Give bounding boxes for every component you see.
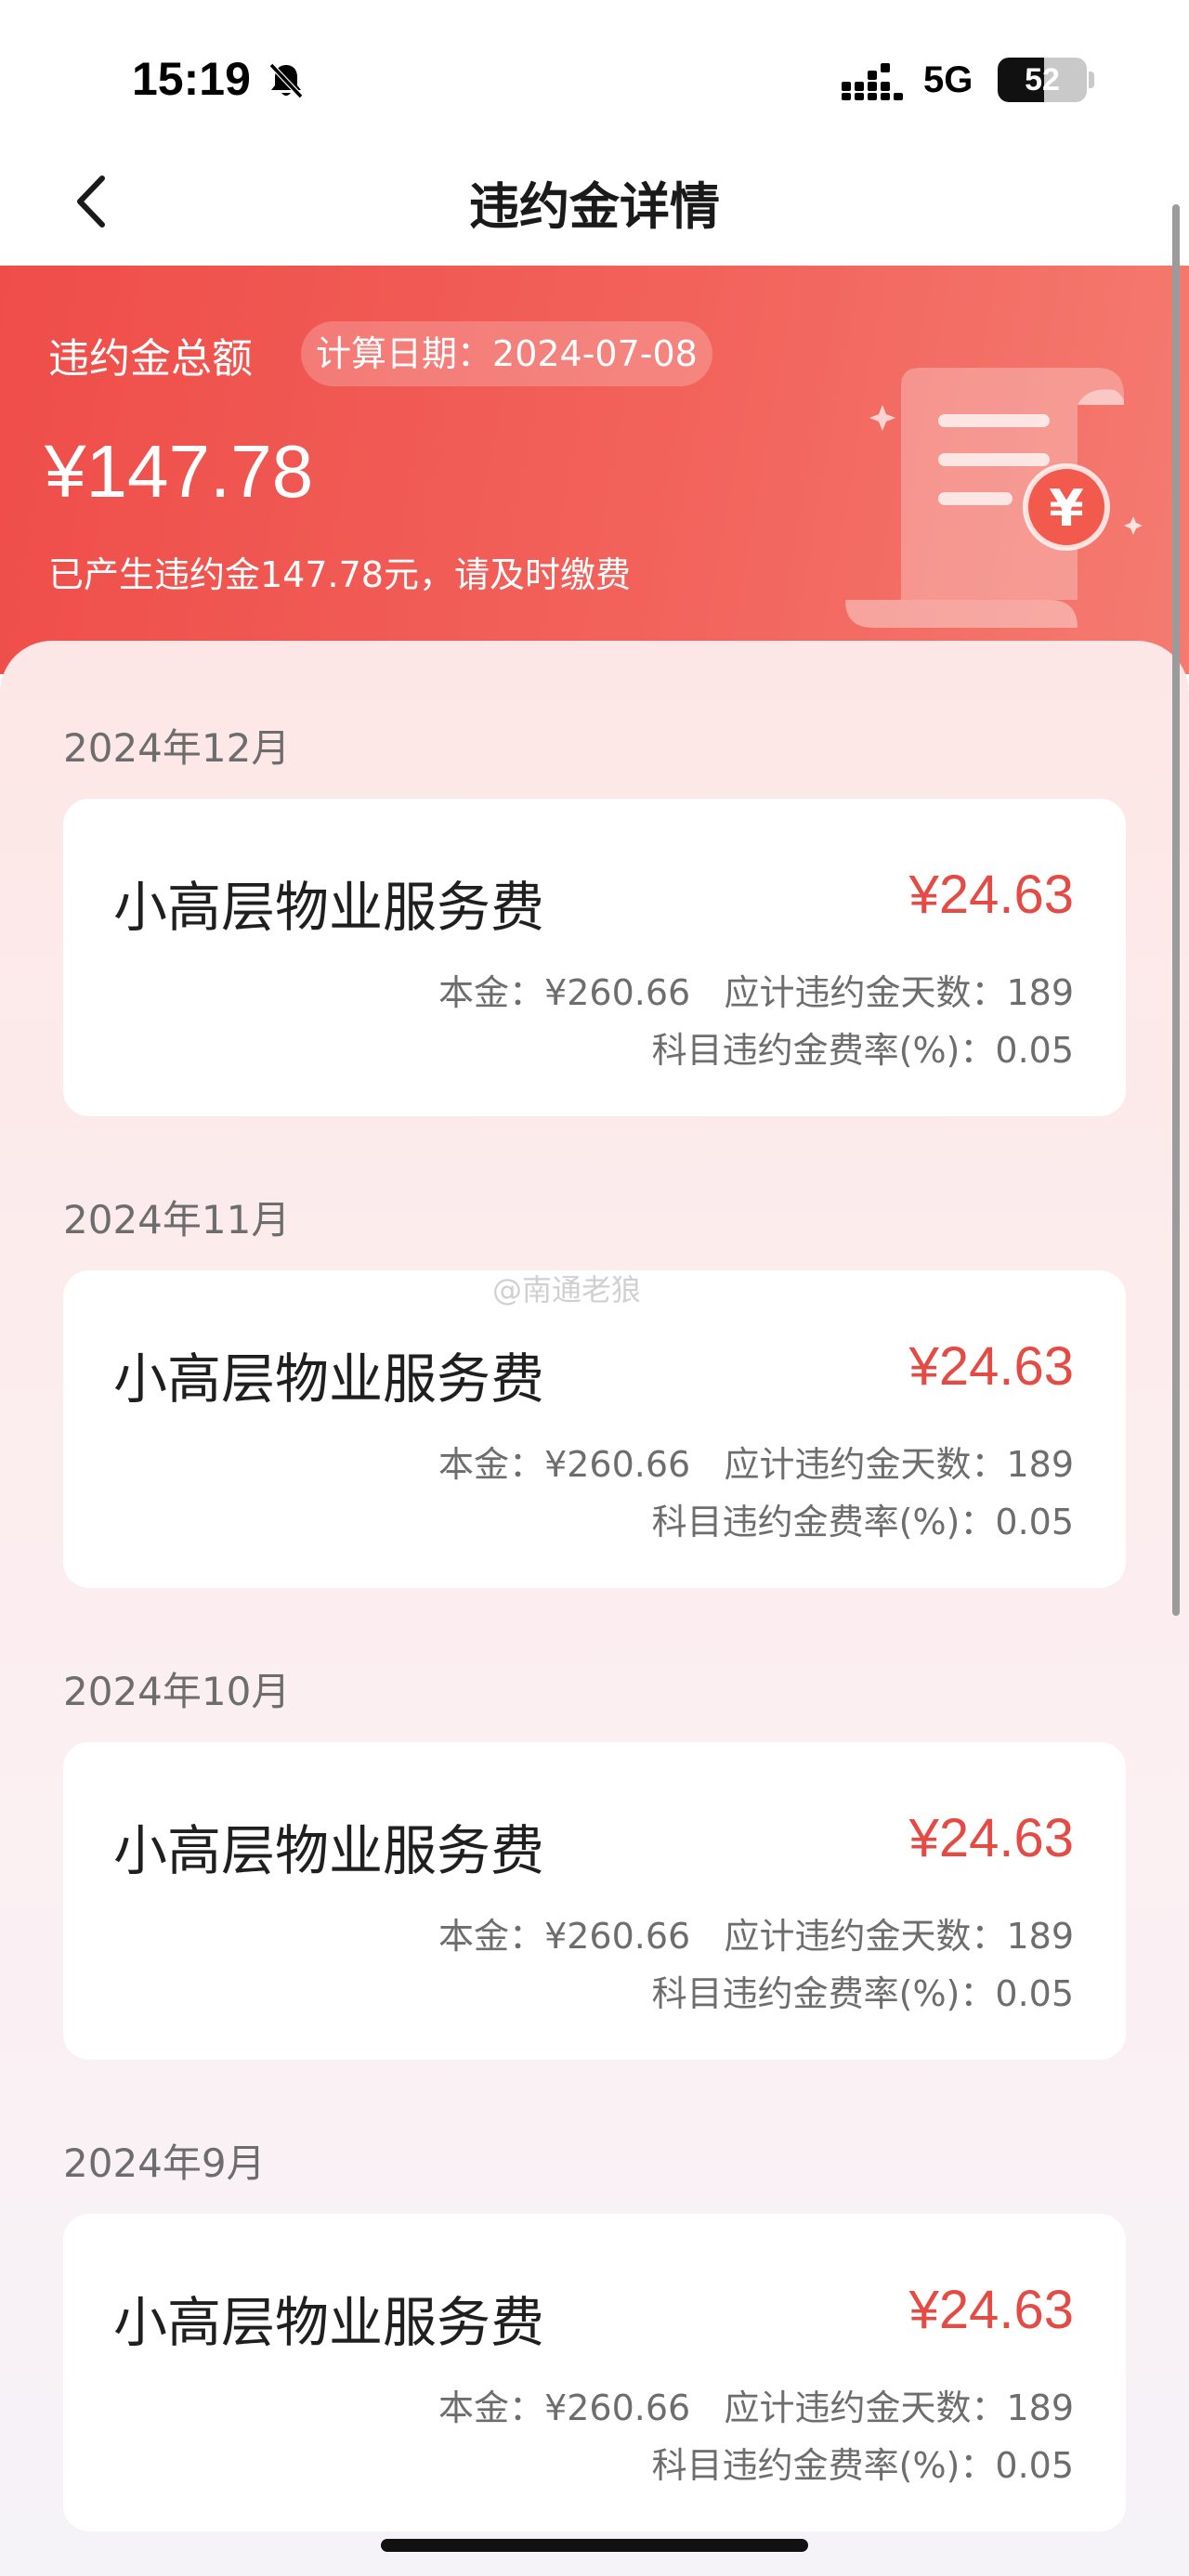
record-card[interactable]: 小高层物业服务费 ¥24.63 本金：¥260.66 应计违约金天数：189 科… — [63, 799, 1126, 1116]
watermark: @南通老狼 — [492, 1272, 642, 1308]
days-label: 应计违约金天数： — [724, 972, 1007, 1013]
status-time: 15:19 — [132, 53, 251, 105]
record-card[interactable]: 小高层物业服务费 ¥24.63 本金：¥260.66 应计违约金天数：189 科… — [63, 1270, 1126, 1588]
item-name: 小高层物业服务费 — [113, 2291, 545, 2354]
item-penalty-amount: ¥24.63 — [908, 1336, 1074, 1397]
month-label: 2024年11月 — [63, 1197, 291, 1242]
rate-value: 0.05 — [995, 1973, 1074, 2014]
status-bar: 15:19 5G 52 — [0, 0, 1189, 139]
rate-label: 科目违约金费率(%)： — [651, 2445, 996, 2486]
rate-line: 科目违约金费率(%)：0.05 — [652, 1021, 1074, 1073]
days-value: 189 — [1006, 2387, 1074, 2428]
item-name: 小高层物业服务费 — [113, 1347, 545, 1411]
item-name: 小高层物业服务费 — [113, 876, 545, 939]
rate-line: 科目违约金费率(%)：0.05 — [652, 2437, 1074, 2488]
days-value: 189 — [1006, 1444, 1074, 1485]
nav-bar: 违约金详情 — [0, 139, 1189, 266]
calculation-date-chip: 计算日期：2024-07-08 — [301, 321, 712, 386]
summary-banner: 违约金总额 计算日期：2024-07-08 ¥147.78 已产生违约金147.… — [0, 266, 1189, 674]
principal-value: ¥260.66 — [544, 972, 691, 1013]
summary-note: 已产生违约金147.78元，请及时缴费 — [48, 554, 631, 595]
page-title: 违约金详情 — [469, 177, 720, 236]
principal-days-line: 本金：¥260.66 应计违约金天数：189 — [438, 2379, 1074, 2430]
date-value: 2024-07-08 — [492, 333, 698, 374]
battery-level: 52 — [1025, 62, 1060, 98]
network-label: 5G — [923, 59, 973, 100]
principal-label: 本金： — [438, 1444, 545, 1485]
rate-value: 0.05 — [995, 2445, 1074, 2486]
signal-icon — [842, 63, 905, 100]
item-name: 小高层物业服务费 — [113, 1819, 545, 1882]
bell-off-icon — [266, 59, 307, 100]
item-penalty-amount: ¥24.63 — [908, 1808, 1074, 1868]
battery-nub — [1089, 72, 1094, 88]
principal-value: ¥260.66 — [544, 1916, 691, 1957]
total-amount: ¥147.78 — [45, 430, 314, 513]
rate-value: 0.05 — [995, 1502, 1074, 1542]
principal-days-line: 本金：¥260.66 应计违约金天数：189 — [438, 1436, 1074, 1487]
svg-text:¥: ¥ — [1049, 479, 1084, 538]
month-label: 2024年10月 — [63, 1669, 291, 1714]
date-label: 计算日期： — [316, 333, 493, 374]
days-value: 189 — [1006, 972, 1074, 1013]
rate-label: 科目违约金费率(%)： — [651, 1973, 996, 2014]
record-card[interactable]: 小高层物业服务费 ¥24.63 本金：¥260.66 应计违约金天数：189 科… — [63, 2214, 1126, 2531]
summary-title: 违约金总额 — [48, 335, 253, 383]
rate-value: 0.05 — [995, 1030, 1074, 1071]
rate-line: 科目违约金费率(%)：0.05 — [652, 1493, 1074, 1544]
principal-days-line: 本金：¥260.66 应计违约金天数：189 — [438, 1907, 1074, 1958]
home-indicator[interactable] — [381, 2539, 808, 2552]
principal-label: 本金： — [438, 1916, 545, 1957]
days-label: 应计违约金天数： — [724, 1916, 1007, 1957]
days-value: 189 — [1006, 1916, 1074, 1957]
month-label: 2024年12月 — [63, 725, 291, 771]
month-label: 2024年9月 — [63, 2140, 266, 2186]
principal-label: 本金： — [438, 2387, 545, 2428]
principal-value: ¥260.66 — [544, 2387, 691, 2428]
battery-icon: 52 — [998, 58, 1087, 102]
principal-label: 本金： — [438, 972, 545, 1013]
principal-value: ¥260.66 — [544, 1444, 691, 1485]
principal-days-line: 本金：¥260.66 应计违约金天数：189 — [438, 964, 1074, 1015]
receipt-illustration: ¥ — [845, 349, 1161, 656]
scrollbar[interactable] — [1172, 204, 1180, 1616]
days-label: 应计违约金天数： — [724, 1444, 1007, 1485]
record-card[interactable]: 小高层物业服务费 ¥24.63 本金：¥260.66 应计违约金天数：189 科… — [63, 1742, 1126, 2060]
item-penalty-amount: ¥24.63 — [908, 2280, 1074, 2340]
item-penalty-amount: ¥24.63 — [908, 865, 1074, 925]
days-label: 应计违约金天数： — [724, 2387, 1007, 2428]
rate-label: 科目违约金费率(%)： — [651, 1502, 996, 1542]
rate-label: 科目违约金费率(%)： — [651, 1030, 996, 1071]
rate-line: 科目违约金费率(%)：0.05 — [652, 1965, 1074, 2016]
records-sheet: 2024年12月 小高层物业服务费 ¥24.63 本金：¥260.66 应计违约… — [0, 641, 1189, 2576]
